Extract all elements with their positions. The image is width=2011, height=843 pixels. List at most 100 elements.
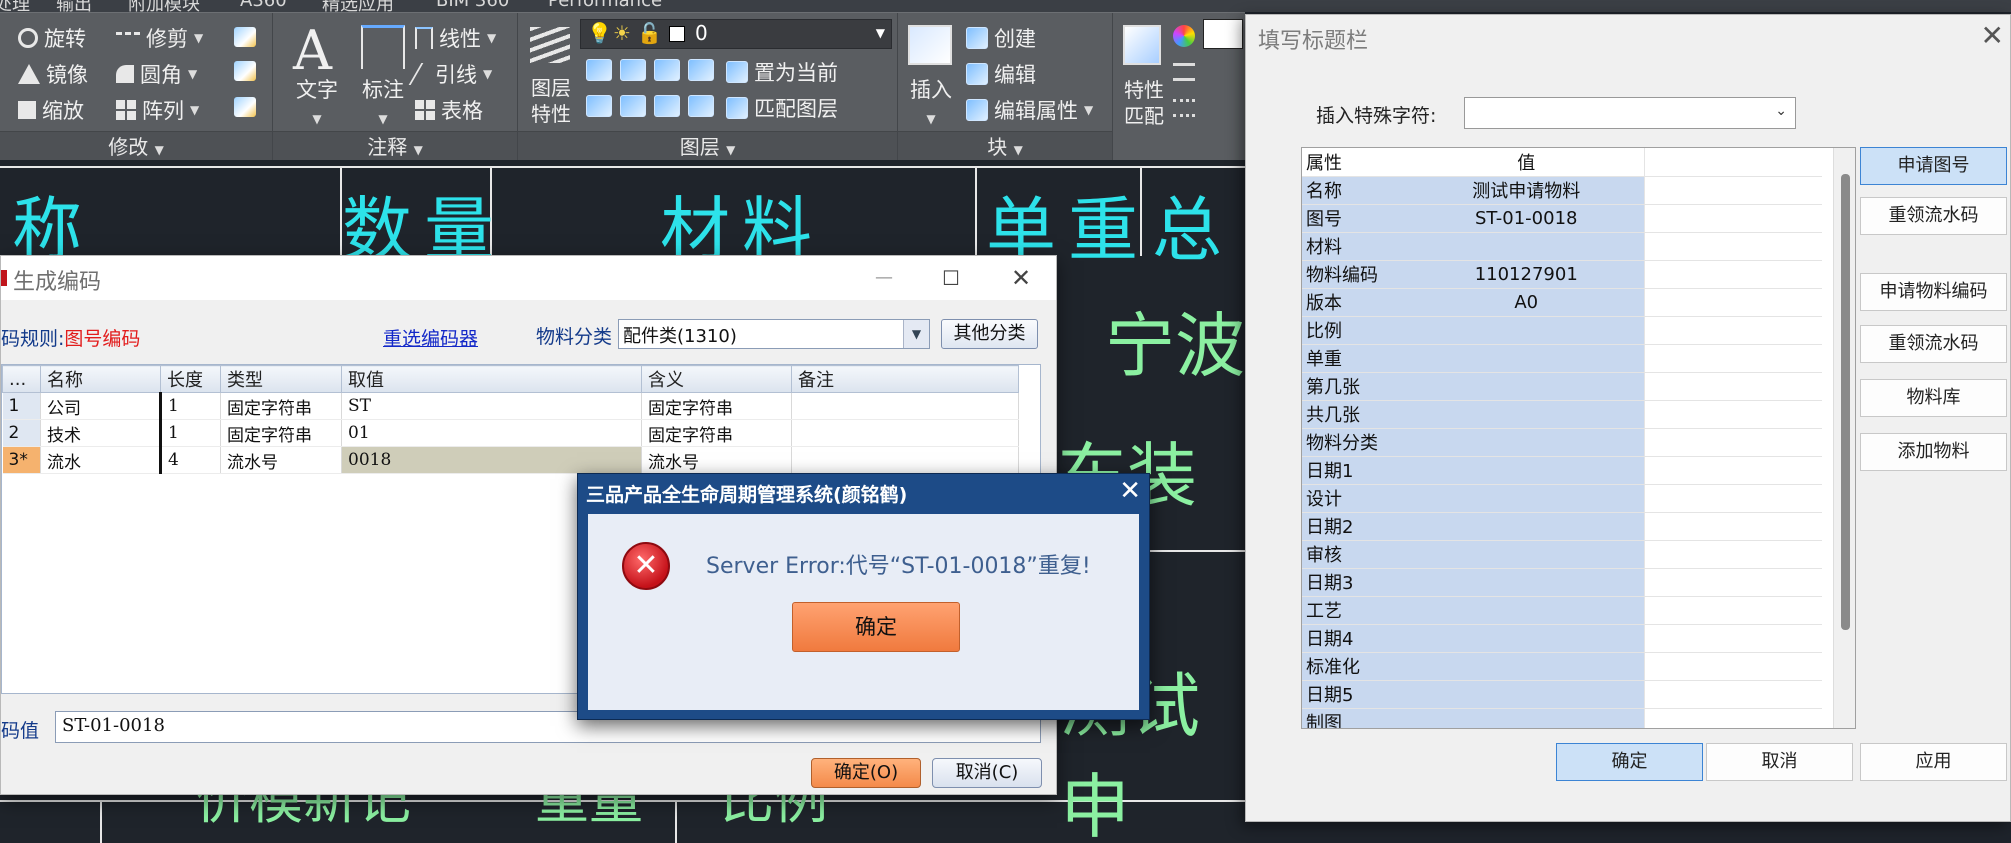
erase-icon[interactable] — [234, 27, 256, 47]
add-material-button[interactable]: 添加物料 — [1860, 433, 2007, 471]
linetype-icon[interactable] — [1173, 99, 1195, 117]
lineweight-icon[interactable] — [1173, 63, 1195, 81]
ok-button[interactable]: 确定 — [792, 602, 960, 652]
table-row[interactable]: 标准化 — [1302, 652, 1822, 681]
attribute-value[interactable] — [1409, 372, 1644, 401]
table-row[interactable]: 版本 A0 — [1302, 288, 1822, 317]
attribute-value[interactable] — [1409, 680, 1644, 709]
attribute-value[interactable] — [1409, 400, 1644, 429]
stretch-icon[interactable] — [234, 97, 256, 117]
attribute-value[interactable]: ST-01-0018 — [1409, 204, 1644, 233]
color-dropdown[interactable] — [1203, 19, 1243, 49]
reclaim-serial-button[interactable]: 重领流水码 — [1860, 197, 2007, 235]
chevron-down-icon[interactable]: ▼ — [903, 320, 929, 348]
attribute-value[interactable]: A0 — [1409, 288, 1644, 317]
match-properties-button[interactable]: 特性 匹配 — [1117, 77, 1171, 129]
table-row[interactable]: 单重 — [1302, 344, 1822, 373]
menu-item[interactable]: 处理 — [0, 0, 30, 12]
table-row[interactable]: 工艺 — [1302, 596, 1822, 625]
scale-button[interactable]: 缩放 — [18, 95, 84, 125]
menu-item[interactable]: BIM 360 — [436, 0, 509, 11]
apply-drawing-number-button[interactable]: 申请图号 — [1860, 147, 2007, 185]
insert-special-char-select[interactable]: ⌄ — [1464, 97, 1796, 129]
edit-block-button[interactable]: 编辑 — [966, 59, 1036, 89]
table-row[interactable]: 物料分类 — [1302, 428, 1822, 457]
attribute-value[interactable] — [1409, 344, 1644, 373]
fillet-button[interactable]: 圆角 ▼ — [116, 59, 197, 89]
attribute-value[interactable] — [1409, 316, 1644, 345]
insert-block-icon[interactable] — [908, 25, 952, 65]
create-block-button[interactable]: 创建 — [966, 23, 1036, 53]
column-header[interactable]: 名称 — [40, 365, 161, 393]
layer-tool-icon[interactable] — [654, 59, 680, 81]
table-row[interactable]: 材料 — [1302, 232, 1822, 261]
layer-dropdown[interactable]: 💡 ☀ 🔓 0 ▼ — [580, 19, 892, 49]
apply-material-code-button[interactable]: 申请物料编码 — [1860, 273, 2007, 311]
chevron-down-icon[interactable]: ⌄ — [1775, 103, 1787, 119]
maximize-button[interactable]: ☐ — [926, 260, 976, 296]
layer-properties-icon[interactable] — [530, 27, 570, 63]
dialog-titlebar[interactable]: 生成编码 — ☐ ✕ — [1, 256, 1056, 300]
text-button[interactable]: 文字 ▼ — [289, 77, 345, 132]
column-header[interactable]: ... — [2, 365, 41, 393]
table-row[interactable]: 制图 — [1302, 708, 1822, 728]
layer-tool-icon[interactable] — [654, 95, 680, 117]
rotate-button[interactable]: 旋转 — [18, 23, 86, 53]
attribute-value[interactable] — [1409, 232, 1644, 261]
layer-tool-icon[interactable] — [620, 59, 646, 81]
match-layer-button[interactable]: 匹配图层 — [726, 93, 838, 123]
table-row[interactable]: 名称 测试申请物料 — [1302, 176, 1822, 205]
scrollbar-thumb[interactable] — [1841, 174, 1850, 630]
cancel-button[interactable]: 取消(C) — [932, 758, 1042, 788]
dialog-titlebar[interactable]: 填写标题栏 ✕ — [1246, 15, 2010, 65]
edit-attributes-button[interactable]: 编辑属性 ▼ — [966, 95, 1093, 125]
ribbon-section-title[interactable]: 注释 ▼ — [273, 131, 517, 161]
linear-button[interactable]: 线性 ▼ — [415, 23, 496, 53]
layer-tool-icon[interactable] — [620, 95, 646, 117]
table-row[interactable]: 审核 — [1302, 540, 1822, 569]
dimension-icon[interactable] — [361, 25, 405, 69]
table-row[interactable]: 图号 ST-01-0018 — [1302, 204, 1822, 233]
table-row[interactable]: 日期1 — [1302, 456, 1822, 485]
table-row[interactable]: 日期5 — [1302, 680, 1822, 709]
table-row[interactable]: 日期3 — [1302, 568, 1822, 597]
menu-item[interactable]: 精选应用 — [322, 0, 394, 12]
cancel-button[interactable]: 取消 — [1706, 743, 1853, 781]
array-button[interactable]: 阵列 ▼ — [116, 95, 199, 125]
layer-properties-button[interactable]: 图层 特性 — [522, 75, 580, 127]
table-row[interactable]: 物料编码 110127901 — [1302, 260, 1822, 289]
trim-button[interactable]: 修剪 ▼ — [116, 23, 203, 53]
close-button[interactable]: ✕ — [1119, 476, 1141, 506]
attribute-value[interactable] — [1409, 512, 1644, 541]
close-button[interactable]: ✕ — [996, 260, 1046, 296]
column-header[interactable]: 备注 — [791, 365, 1019, 393]
table-button[interactable]: 表格 — [415, 95, 483, 125]
reclaim-serial-button-2[interactable]: 重领流水码 — [1860, 325, 2007, 363]
table-row[interactable]: 2 技术 1 固定字符串 01 固定字符串 — [2, 419, 1019, 447]
close-button[interactable]: ✕ — [1981, 19, 2004, 52]
layer-tool-icon[interactable] — [586, 59, 612, 81]
minimize-button[interactable]: — — [859, 260, 909, 296]
mirror-button[interactable]: 镜像 — [18, 59, 88, 89]
attribute-value[interactable] — [1409, 708, 1644, 728]
ribbon-section-title[interactable]: 修改 ▼ — [0, 131, 272, 161]
color-wheel-icon[interactable] — [1173, 25, 1195, 47]
table-row[interactable]: 日期2 — [1302, 512, 1822, 541]
attribute-value[interactable] — [1409, 428, 1644, 457]
table-row[interactable]: 1 公司 1 固定字符串 ST 固定字符串 — [2, 392, 1019, 420]
category-select[interactable]: 配件类(1310) ▼ — [618, 319, 930, 349]
attribute-value[interactable]: 110127901 — [1409, 260, 1644, 289]
table-row[interactable]: 比例 — [1302, 316, 1822, 345]
apply-button[interactable]: 应用 — [1860, 743, 2007, 781]
column-header[interactable]: 取值 — [341, 365, 642, 393]
attribute-value[interactable] — [1409, 596, 1644, 625]
insert-button[interactable]: 插入 ▼ — [902, 77, 960, 132]
menu-item[interactable]: 输出 — [56, 0, 92, 12]
ok-button[interactable]: 确定 — [1556, 743, 1703, 781]
layer-tool-icon[interactable] — [688, 95, 714, 117]
menu-item[interactable]: 附加模块 — [128, 0, 200, 12]
menu-item[interactable]: Performance — [548, 0, 662, 11]
dimension-button[interactable]: 标注 ▼ — [353, 77, 413, 132]
text-icon[interactable]: A — [293, 19, 332, 82]
attribute-value[interactable] — [1409, 624, 1644, 653]
